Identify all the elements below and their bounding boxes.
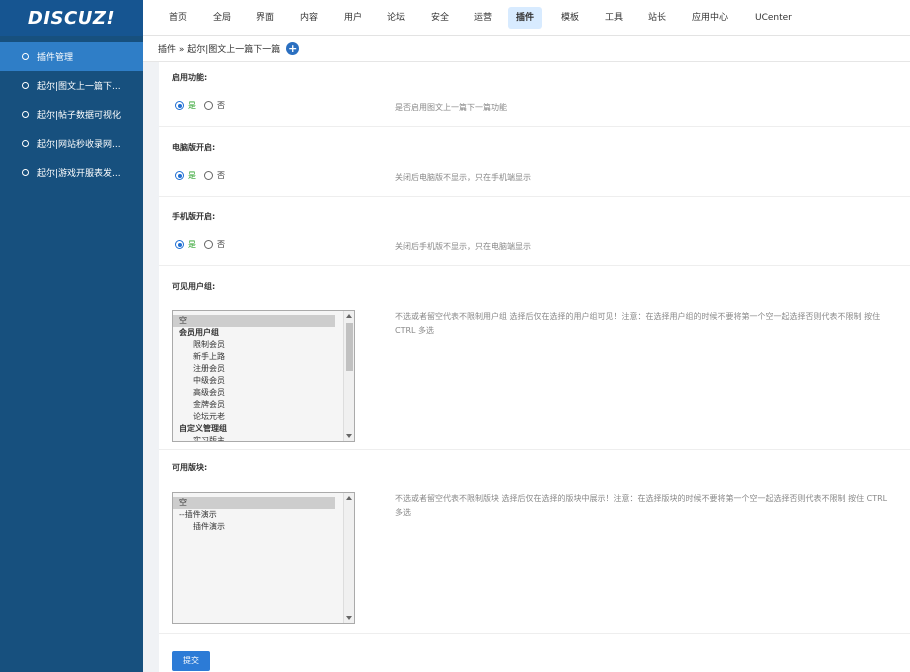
select-option[interactable]: --插件演示 xyxy=(173,509,354,521)
settings-form: 启用功能: 是 否 是否启用图文上一篇下一篇功能 电脑版开启: 是 否 关闭后电… xyxy=(159,62,910,672)
mobile-section: 手机版开启: 是 否 关闭后手机版不显示，只在电脑端显示 xyxy=(159,197,910,266)
select-option[interactable]: 注册会员 xyxy=(173,363,354,375)
circle-icon xyxy=(22,169,29,176)
breadcrumb-text: 插件 » 起尔|图文上一篇下一篇 xyxy=(158,45,281,55)
mobile-description: 关闭后手机版不显示，只在电脑端显示 xyxy=(395,242,531,251)
scroll-down-icon[interactable] xyxy=(346,434,352,438)
main-area: 插件 » 起尔|图文上一篇下一篇 + 启用功能: 是 否 是否启用图文上一篇下一… xyxy=(143,36,910,672)
select-option[interactable]: 金牌会员 xyxy=(173,399,354,411)
nav-tools[interactable]: 工具 xyxy=(597,7,631,29)
discuz-logo[interactable]: DISCUZ! xyxy=(28,8,115,29)
usergroups-title: 可见用户组: xyxy=(172,282,216,291)
logo-area: DISCUZ! xyxy=(0,0,143,36)
pc-description: 关闭后电脑版不显示，只在手机端显示 xyxy=(395,173,531,182)
plus-circle-icon[interactable]: + xyxy=(286,42,300,55)
select-option[interactable]: 高级会员 xyxy=(173,387,354,399)
select-option[interactable]: 限制会员 xyxy=(173,339,354,351)
select-option[interactable]: 实习版主 xyxy=(173,435,354,441)
nav-app-center[interactable]: 应用中心 xyxy=(684,7,736,29)
scroll-down-icon[interactable] xyxy=(346,616,352,620)
scroll-up-icon[interactable] xyxy=(346,314,352,318)
forums-options: 空 --插件演示 插件演示 xyxy=(173,493,354,533)
nav-security[interactable]: 安全 xyxy=(423,7,457,29)
forums-select[interactable]: 空 --插件演示 插件演示 xyxy=(172,492,355,624)
sidebar-item-seo-index[interactable]: 起尔|网站秒收录网... xyxy=(0,129,143,158)
circle-icon xyxy=(22,82,29,89)
nav-ucenter[interactable]: UCenter xyxy=(747,7,800,29)
sidebar-item-label: 起尔|游戏开服表发... xyxy=(37,169,121,179)
scroll-up-icon[interactable] xyxy=(346,496,352,500)
select-option[interactable]: 会员用户组 xyxy=(173,327,354,339)
sidebar-item-game-server[interactable]: 起尔|游戏开服表发... xyxy=(0,158,143,187)
mobile-yes-radio[interactable] xyxy=(175,240,184,249)
sidebar-item-thread-visual[interactable]: 起尔|帖子数据可视化 xyxy=(0,100,143,129)
nav-forum[interactable]: 论坛 xyxy=(379,7,413,29)
sidebar: DISCUZ! 插件管理 起尔|图文上一篇下... 起尔|帖子数据可视化 起尔|… xyxy=(0,0,143,672)
enable-radio-group: 是 否 xyxy=(175,100,225,111)
scrollbar[interactable] xyxy=(343,493,354,623)
usergroups-options: 空会员用户组 限制会员 新手上路 注册会员 中级会员 高级会员 金牌会员 论坛元老 自定义管理组… xyxy=(173,311,354,441)
breadcrumb: 插件 » 起尔|图文上一篇下一篇 + xyxy=(143,36,910,62)
nav-plugins[interactable]: 插件 xyxy=(508,7,543,29)
forums-title: 可用版块: xyxy=(172,463,208,472)
pc-yes-label[interactable]: 是 xyxy=(188,170,196,181)
nav-interface[interactable]: 界面 xyxy=(248,7,282,29)
select-option[interactable]: 空 xyxy=(173,315,335,327)
mobile-title: 手机版开启: xyxy=(172,212,216,221)
circle-icon xyxy=(22,140,29,147)
enable-description: 是否启用图文上一篇下一篇功能 xyxy=(395,103,507,112)
circle-icon xyxy=(22,53,29,60)
sidebar-item-label: 起尔|帖子数据可视化 xyxy=(37,111,122,121)
select-option[interactable]: 插件演示 xyxy=(173,521,354,533)
mobile-yes-label[interactable]: 是 xyxy=(188,239,196,250)
select-option[interactable]: 中级会员 xyxy=(173,375,354,387)
select-option[interactable]: 空 xyxy=(173,497,335,509)
mobile-radio-group: 是 否 xyxy=(175,239,225,250)
nav-webmaster[interactable]: 站长 xyxy=(640,7,674,29)
enable-no-radio[interactable] xyxy=(204,101,213,110)
scroll-thumb[interactable] xyxy=(346,323,353,371)
enable-section: 启用功能: 是 否 是否启用图文上一篇下一篇功能 xyxy=(159,62,910,127)
usergroups-section: 可见用户组: 空会员用户组 限制会员 新手上路 注册会员 中级会员 高级会员 金牌会员 论坛元… xyxy=(159,266,910,450)
pc-yes-radio[interactable] xyxy=(175,171,184,180)
top-navigation: 首页 全局 界面 内容 用户 论坛 安全 运营 插件 模板 工具 站长 应用中心… xyxy=(143,0,910,36)
forums-section: 可用版块: 空 --插件演示 插件演示 不选或者留空代表不限制版块 选择后仅在选择的… xyxy=(159,450,910,634)
sidebar-item-label: 起尔|网站秒收录网... xyxy=(37,140,121,150)
enable-yes-label[interactable]: 是 xyxy=(188,100,196,111)
nav-users[interactable]: 用户 xyxy=(336,7,370,29)
enable-no-label[interactable]: 否 xyxy=(217,100,225,111)
pc-title: 电脑版开启: xyxy=(172,143,216,152)
sidebar-item-prev-next[interactable]: 起尔|图文上一篇下... xyxy=(0,71,143,100)
pc-no-label[interactable]: 否 xyxy=(217,170,225,181)
enable-yes-radio[interactable] xyxy=(175,101,184,110)
select-option[interactable]: 论坛元老 xyxy=(173,411,354,423)
usergroups-description: 不选或者留空代表不限制用户组 选择后仅在选择的用户组可见！注意：在选择用户组的时… xyxy=(395,312,881,335)
submit-button[interactable]: 提交 xyxy=(172,651,210,671)
pc-no-radio[interactable] xyxy=(204,171,213,180)
select-option[interactable]: 自定义管理组 xyxy=(173,423,354,435)
enable-title: 启用功能: xyxy=(172,73,208,82)
nav-operations[interactable]: 运营 xyxy=(466,7,500,29)
sidebar-item-label: 插件管理 xyxy=(37,53,74,63)
sidebar-item-plugin-manage[interactable]: 插件管理 xyxy=(0,42,143,71)
nav-content[interactable]: 内容 xyxy=(292,7,326,29)
pc-radio-group: 是 否 xyxy=(175,170,225,181)
nav-home[interactable]: 首页 xyxy=(161,7,195,29)
mobile-no-radio[interactable] xyxy=(204,240,213,249)
select-option[interactable]: 新手上路 xyxy=(173,351,354,363)
scrollbar[interactable] xyxy=(343,311,354,441)
forums-description: 不选或者留空代表不限制版块 选择后仅在选择的版块中展示！注意：在选择版块的时候不… xyxy=(395,494,888,517)
mobile-no-label[interactable]: 否 xyxy=(217,239,225,250)
pc-section: 电脑版开启: 是 否 关闭后电脑版不显示，只在手机端显示 xyxy=(159,127,910,197)
nav-global[interactable]: 全局 xyxy=(205,7,239,29)
nav-templates[interactable]: 模板 xyxy=(553,7,587,29)
sidebar-menu: 插件管理 起尔|图文上一篇下... 起尔|帖子数据可视化 起尔|网站秒收录网..… xyxy=(0,42,143,187)
usergroups-select[interactable]: 空会员用户组 限制会员 新手上路 注册会员 中级会员 高级会员 金牌会员 论坛元老 自定义管理组… xyxy=(172,310,355,442)
sidebar-item-label: 起尔|图文上一篇下... xyxy=(37,82,121,92)
circle-icon xyxy=(22,111,29,118)
